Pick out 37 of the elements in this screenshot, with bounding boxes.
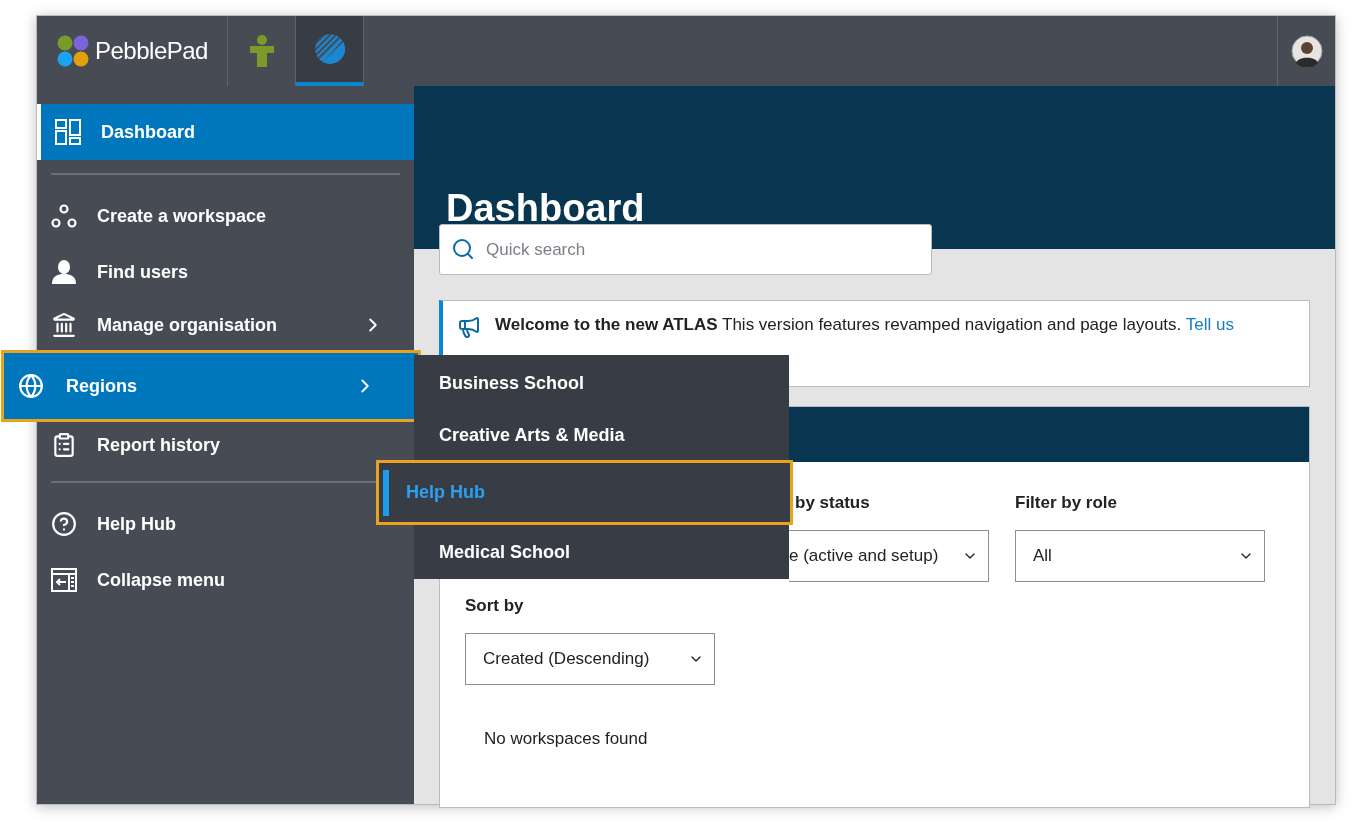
clipboard-icon: [51, 432, 77, 458]
avatar[interactable]: [1290, 35, 1323, 67]
filter-label: Filter by role: [1015, 492, 1119, 514]
circles-icon: [51, 203, 77, 229]
role-select[interactable]: All: [1015, 529, 1265, 582]
sidebar-item[interactable]: Find users: [37, 244, 367, 300]
filter-label: by status: [795, 492, 871, 514]
status-select[interactable]: e (active and setup): [789, 529, 989, 582]
feedback-link[interactable]: Tell us: [1185, 315, 1234, 334]
logo-icon: [57, 35, 89, 67]
dashboard-icon: [55, 119, 81, 145]
search-field[interactable]: Quick search: [439, 224, 932, 275]
sidebar-item[interactable]: Collapse menu: [37, 552, 367, 608]
search-icon: [451, 237, 475, 261]
flyout-item[interactable]: Medical School: [414, 525, 789, 579]
bank-icon: [51, 312, 77, 338]
sidebar-item[interactable]: Create a workspace: [37, 188, 367, 244]
sidebar-item[interactable]: Report history: [37, 422, 367, 468]
help-icon: [51, 511, 77, 537]
flyout-item[interactable]: Help Hub: [376, 460, 793, 525]
notice-text: Welcome to the new ATLAS This version features revamped navigation and page layouts. Tell us: [495, 314, 1234, 336]
user-icon: [51, 259, 77, 285]
sidebar-item[interactable]: Help Hub: [37, 496, 367, 552]
sidebar-item[interactable]: Regions: [1, 350, 421, 422]
sidebar-item[interactable]: Manage organisation: [37, 300, 414, 350]
striped-circle-icon: [313, 33, 346, 65]
megaphone-icon: [457, 315, 481, 339]
person-icon: [248, 35, 275, 67]
sort-select[interactable]: Created (Descending): [465, 632, 715, 685]
sidebar-item[interactable]: Dashboard: [37, 104, 414, 160]
globe-icon: [18, 373, 44, 399]
collapse-menu-icon: [51, 567, 77, 593]
sort-label: Sort by: [465, 595, 525, 617]
logo-text: PebblePad: [95, 36, 208, 66]
page-title: Dashboard: [446, 189, 646, 227]
empty-message: No workspaces found: [484, 728, 648, 750]
app-tab[interactable]: [296, 16, 364, 86]
